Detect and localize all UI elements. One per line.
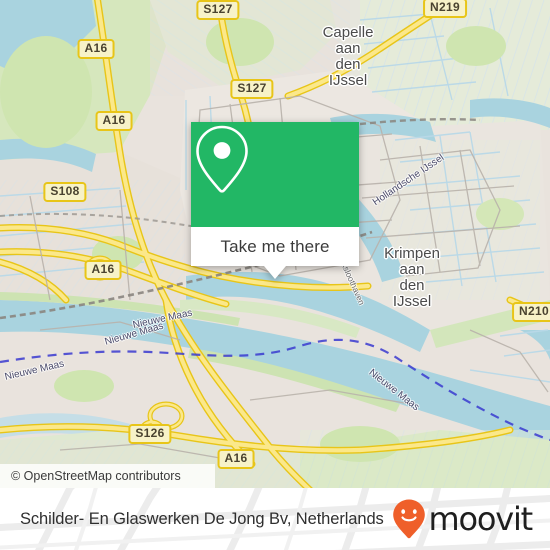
place-label-krimpen: Krimpen aan den IJssel [384, 246, 440, 310]
moovit-pin-smiley-icon [393, 499, 426, 539]
map-pin-icon [196, 125, 248, 193]
moovit-logo[interactable]: moovit [392, 498, 533, 540]
road-shield[interactable]: A16 [217, 449, 255, 469]
place-title: Schilder- En Glaswerken De Jong Bv, Neth… [20, 509, 384, 528]
place-label-line: IJssel [392, 293, 432, 310]
road-shield[interactable]: N210 [512, 302, 550, 322]
place-label-line: Krimpen [384, 245, 440, 262]
place-label-line: IJssel [328, 72, 368, 89]
callout-pin-area [191, 122, 359, 227]
road-shield[interactable]: S108 [43, 182, 87, 202]
callout-tail [264, 266, 286, 279]
callout-cta-bar[interactable]: Take me there [191, 227, 359, 279]
road-shield[interactable]: S126 [128, 424, 172, 444]
screenshot-root: S127 N219 A16 S127 A16 S108 A16 N210 S12… [0, 0, 550, 550]
place-label-line: aan [399, 261, 425, 278]
osm-attribution-bar[interactable]: © OpenStreetMap contributors [0, 464, 215, 488]
map-canvas[interactable]: S127 N219 A16 S127 A16 S108 A16 N210 S12… [0, 0, 550, 488]
road-shield[interactable]: A16 [95, 111, 133, 131]
road-shield[interactable]: A16 [77, 39, 115, 59]
take-me-there-label: Take me there [220, 236, 330, 256]
road-shield[interactable]: S127 [230, 79, 274, 99]
road-shield[interactable]: A16 [84, 260, 122, 280]
place-label-capelle: Capelle aan den IJssel [323, 25, 374, 89]
moovit-wordmark: moovit [428, 500, 533, 538]
place-label-line: den [399, 277, 425, 294]
footer-bar: Schilder- En Glaswerken De Jong Bv, Neth… [0, 488, 550, 550]
place-label-line: aan [335, 40, 361, 57]
place-label-line: Capelle [322, 24, 374, 41]
osm-attribution-text: © OpenStreetMap contributors [11, 469, 181, 483]
road-shield[interactable]: N219 [423, 0, 467, 18]
location-callout-card[interactable]: Take me there [191, 122, 359, 279]
place-label-line: den [335, 56, 361, 73]
road-shield[interactable]: S127 [196, 0, 240, 20]
